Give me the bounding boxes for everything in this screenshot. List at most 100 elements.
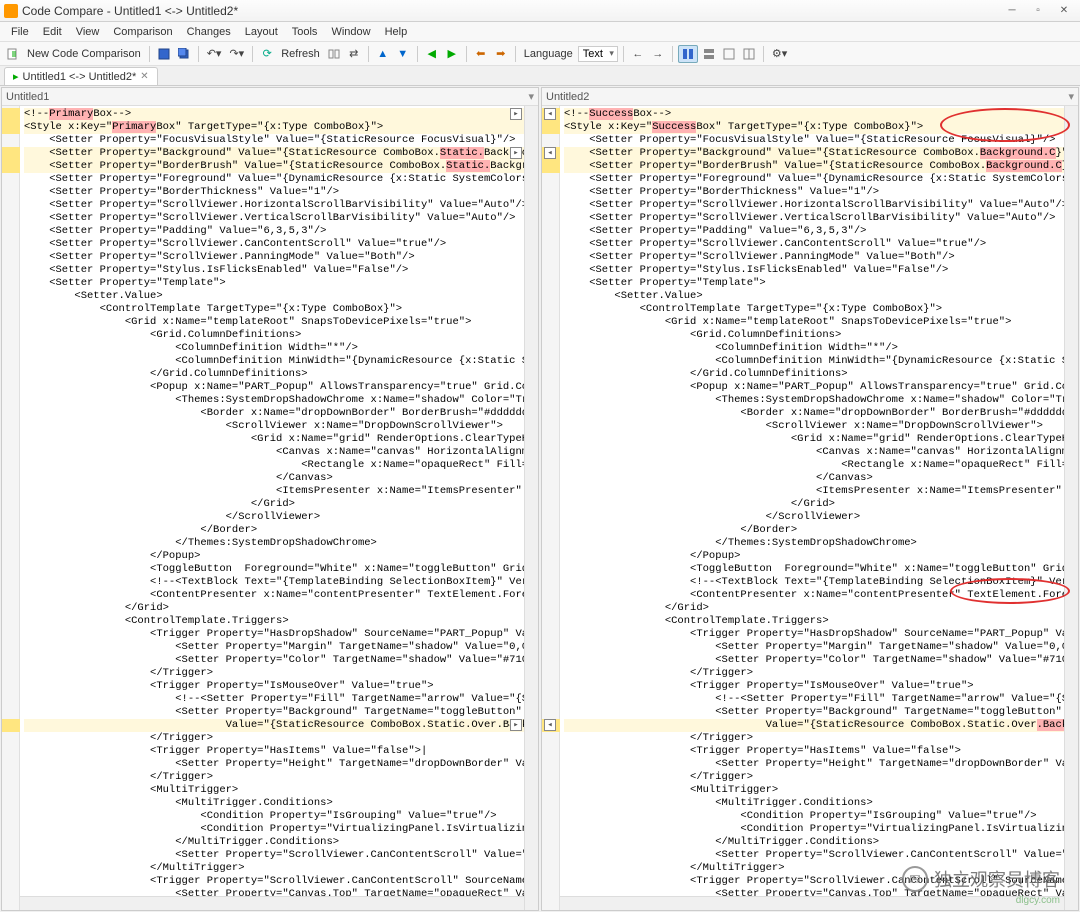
code-line[interactable]: <ColumnDefinition Width="*"/> — [24, 342, 538, 355]
menu-view[interactable]: View — [69, 24, 107, 40]
maximize-button[interactable]: ▫ — [1026, 3, 1050, 19]
menu-file[interactable]: File — [4, 24, 36, 40]
code-line[interactable]: <Border x:Name="dropDownBorder" BorderBr… — [564, 407, 1078, 420]
merge-left-icon[interactable]: ⬅ — [472, 45, 490, 63]
code-line[interactable]: <!--SuccessBox--> — [564, 108, 1078, 121]
code-line[interactable]: <Setter Property="Padding" Value="6,3,5,… — [24, 225, 538, 238]
left-scrollbar-h[interactable] — [20, 896, 524, 910]
save-icon[interactable] — [155, 45, 173, 63]
minimize-button[interactable]: ─ — [1000, 3, 1024, 19]
next-diff-icon[interactable]: ▼ — [394, 45, 412, 63]
dropdown-icon[interactable]: ▾ — [528, 90, 534, 103]
code-line[interactable]: </Trigger> — [24, 667, 538, 680]
code-line[interactable]: <Condition Property="IsGrouping" Value="… — [24, 810, 538, 823]
code-line[interactable]: <Setter Property="Background" Value="{St… — [564, 147, 1078, 160]
code-line[interactable]: <Setter Property="Stylus.IsFlicksEnabled… — [564, 264, 1078, 277]
code-line[interactable]: <Setter Property="BorderBrush" Value="{S… — [24, 160, 538, 173]
code-line[interactable]: <Setter Property="Background" TargetName… — [564, 706, 1078, 719]
menu-changes[interactable]: Changes — [180, 24, 238, 40]
code-line[interactable]: <Setter Property="Template"> — [24, 277, 538, 290]
code-line[interactable]: </Popup> — [564, 550, 1078, 563]
code-line[interactable]: <ColumnDefinition MinWidth="{DynamicReso… — [24, 355, 538, 368]
code-line[interactable]: <Themes:SystemDropShadowChrome x:Name="s… — [24, 394, 538, 407]
code-line[interactable]: <Setter Property="Height" TargetName="dr… — [24, 758, 538, 771]
right-code-editor[interactable]: <!--SuccessBox--><Style x:Key="SuccessBo… — [542, 106, 1078, 910]
language-select[interactable]: Text — [578, 46, 618, 62]
diff-marker[interactable]: ▸ — [510, 147, 522, 159]
right-scrollbar-v[interactable] — [1064, 106, 1078, 910]
code-line[interactable]: <ContentPresenter x:Name="contentPresent… — [24, 589, 538, 602]
code-line[interactable]: <Setter Property="FocusVisualStyle" Valu… — [564, 134, 1078, 147]
code-line[interactable]: <ToggleButton Foreground="White" x:Name=… — [564, 563, 1078, 576]
code-line[interactable]: </Border> — [24, 524, 538, 537]
diff-marker[interactable]: ◂ — [544, 147, 556, 159]
copy-left-icon[interactable]: ◀ — [423, 45, 441, 63]
code-line[interactable]: <Setter Property="ScrollViewer.CanConten… — [564, 849, 1078, 862]
code-line[interactable]: Value="{StaticResource ComboBox.Static.O… — [564, 719, 1078, 732]
code-line[interactable]: <!--<Setter Property="Fill" TargetName="… — [24, 693, 538, 706]
code-line[interactable]: <ColumnDefinition Width="*"/> — [564, 342, 1078, 355]
code-line[interactable]: <Setter Property="FocusVisualStyle" Valu… — [24, 134, 538, 147]
left-pane-header[interactable]: Untitled1 ▾ — [2, 88, 538, 106]
code-line[interactable]: <Setter Property="ScrollViewer.VerticalS… — [564, 212, 1078, 225]
right-pane-header[interactable]: Untitled2 ▾ — [542, 88, 1078, 106]
left-code-editor[interactable]: <!--PrimaryBox--><Style x:Key="PrimaryBo… — [2, 106, 538, 910]
undo-icon[interactable]: ↶▾ — [204, 45, 225, 63]
code-line[interactable]: <Themes:SystemDropShadowChrome x:Name="s… — [564, 394, 1078, 407]
menu-comparison[interactable]: Comparison — [106, 24, 179, 40]
code-line[interactable]: <Setter Property="ScrollViewer.PanningMo… — [24, 251, 538, 264]
code-line[interactable]: <Setter Property="ScrollViewer.Horizonta… — [564, 199, 1078, 212]
options-icon[interactable]: ⚙▾ — [769, 45, 790, 63]
code-line[interactable]: </Grid.ColumnDefinitions> — [564, 368, 1078, 381]
merge-right-icon[interactable]: ➡ — [492, 45, 510, 63]
code-line[interactable]: <ControlTemplate TargetType="{x:Type Com… — [564, 303, 1078, 316]
code-line[interactable]: <Setter Property="Background" Value="{St… — [24, 147, 538, 160]
menu-window[interactable]: Window — [324, 24, 377, 40]
tab-comparison[interactable]: ▸ Untitled1 <-> Untitled2* ✕ — [4, 67, 158, 85]
code-line[interactable]: </Themes:SystemDropShadowChrome> — [24, 537, 538, 550]
code-line[interactable]: <!--<TextBlock Text="{TemplateBinding Se… — [24, 576, 538, 589]
code-line[interactable]: <Trigger Property="HasDropShadow" Source… — [24, 628, 538, 641]
code-line[interactable]: Value="{StaticResource ComboBox.Static.O… — [24, 719, 538, 732]
menu-layout[interactable]: Layout — [238, 24, 285, 40]
close-button[interactable]: ✕ — [1052, 3, 1076, 19]
new-icon[interactable] — [4, 45, 22, 63]
code-line[interactable]: <ItemsPresenter x:Name="ItemsPresenter" … — [24, 485, 538, 498]
code-line[interactable]: </MultiTrigger.Conditions> — [24, 836, 538, 849]
code-line[interactable]: <Setter Property="ScrollViewer.Horizonta… — [24, 199, 538, 212]
code-line[interactable]: <Setter Property="BorderThickness" Value… — [564, 186, 1078, 199]
refresh-icon[interactable]: ⟳ — [258, 45, 276, 63]
code-line[interactable]: <Condition Property="IsGrouping" Value="… — [564, 810, 1078, 823]
code-line[interactable]: </Grid.ColumnDefinitions> — [24, 368, 538, 381]
refresh-button[interactable]: Refresh — [278, 45, 323, 63]
code-line[interactable]: </Themes:SystemDropShadowChrome> — [564, 537, 1078, 550]
code-line[interactable]: <Canvas x:Name="canvas" HorizontalAlignm… — [24, 446, 538, 459]
code-line[interactable]: <Setter Property="Color" TargetName="sha… — [24, 654, 538, 667]
code-line[interactable]: <Setter Property="BorderBrush" Value="{S… — [564, 160, 1078, 173]
layout4-icon[interactable] — [740, 45, 758, 63]
code-line[interactable]: <!--<TextBlock Text="{TemplateBinding Se… — [564, 576, 1078, 589]
code-line[interactable]: </Popup> — [24, 550, 538, 563]
code-line[interactable]: <Setter Property="Foreground" Value="{Dy… — [564, 173, 1078, 186]
code-line[interactable]: <Grid.ColumnDefinitions> — [24, 329, 538, 342]
diff-marker[interactable]: ▸ — [510, 108, 522, 120]
code-line[interactable]: <Popup x:Name="PART_Popup" AllowsTranspa… — [24, 381, 538, 394]
code-line[interactable]: <Setter Property="Background" TargetName… — [24, 706, 538, 719]
code-line[interactable]: <Setter Property="Stylus.IsFlicksEnabled… — [24, 264, 538, 277]
code-line[interactable]: </ScrollViewer> — [24, 511, 538, 524]
redo-icon[interactable]: ↷▾ — [226, 45, 247, 63]
code-line[interactable]: </Trigger> — [564, 732, 1078, 745]
code-line[interactable]: <Trigger Property="HasDropShadow" Source… — [564, 628, 1078, 641]
code-line[interactable]: <Popup x:Name="PART_Popup" AllowsTranspa… — [564, 381, 1078, 394]
code-line[interactable]: <Grid x:Name="templateRoot" SnapsToDevic… — [564, 316, 1078, 329]
code-line[interactable]: <Style x:Key="PrimaryBox" TargetType="{x… — [24, 121, 538, 134]
code-line[interactable]: <Trigger Property="ScrollViewer.CanConte… — [24, 875, 538, 888]
menu-edit[interactable]: Edit — [36, 24, 69, 40]
code-line[interactable]: <ColumnDefinition MinWidth="{DynamicReso… — [564, 355, 1078, 368]
code-line[interactable]: <Setter.Value> — [564, 290, 1078, 303]
code-line[interactable]: <ContentPresenter x:Name="contentPresent… — [564, 589, 1078, 602]
code-line[interactable]: <Style x:Key="SuccessBox" TargetType="{x… — [564, 121, 1078, 134]
code-line[interactable]: <MultiTrigger> — [564, 784, 1078, 797]
code-line[interactable]: </Canvas> — [564, 472, 1078, 485]
code-line[interactable]: <MultiTrigger> — [24, 784, 538, 797]
